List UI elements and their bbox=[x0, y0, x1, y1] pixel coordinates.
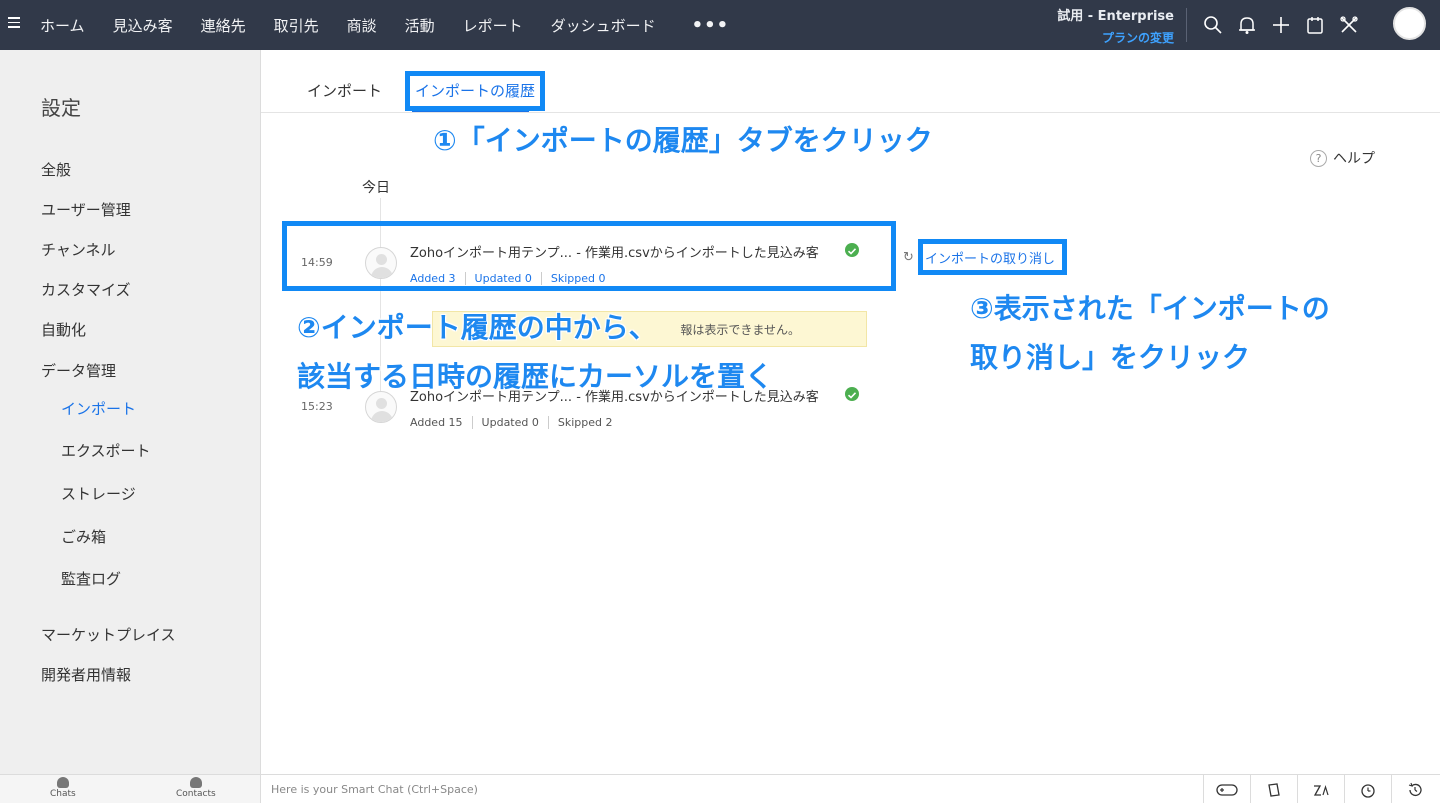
smart-chat-input[interactable]: Here is your Smart Chat (Ctrl+Space) bbox=[271, 783, 478, 796]
user-avatar[interactable] bbox=[1393, 7, 1426, 40]
nav-home[interactable]: ホーム bbox=[40, 15, 85, 36]
contacts-label: Contacts bbox=[176, 789, 216, 799]
annotation-step1: ①「インポートの履歴」タブをクリック bbox=[433, 124, 933, 157]
chat-icon bbox=[56, 777, 69, 788]
nav-leads[interactable]: 見込み客 bbox=[113, 15, 173, 36]
date-group-label: 今日 bbox=[362, 180, 390, 196]
row-time: 15:23 bbox=[301, 400, 333, 413]
sidebar-item-import[interactable]: インポート bbox=[61, 398, 136, 419]
gamepad-icon[interactable] bbox=[1203, 775, 1250, 803]
more-icon[interactable]: ••• bbox=[692, 15, 730, 36]
history-icon[interactable] bbox=[1391, 775, 1438, 803]
sidebar-item-storage[interactable]: ストレージ bbox=[61, 483, 136, 504]
change-plan-link[interactable]: プランの変更 bbox=[1057, 29, 1174, 46]
updated-count[interactable]: Updated 0 bbox=[471, 416, 548, 429]
help-label: ヘルプ bbox=[1333, 151, 1375, 167]
sidebar-item-recycle-bin[interactable]: ごみ箱 bbox=[61, 526, 106, 547]
main-nav: ホーム 見込み客 連絡先 取引先 商談 活動 レポート ダッシュボード ••• bbox=[40, 0, 757, 50]
trial-label: 試用 - Enterprise bbox=[1057, 9, 1174, 24]
search-icon[interactable] bbox=[1200, 12, 1226, 38]
translate-icon[interactable] bbox=[1297, 775, 1344, 803]
added-count[interactable]: Added 15 bbox=[410, 416, 472, 429]
annotation-step2-line2: 該当する日時の履歴にカーソルを置く bbox=[297, 360, 774, 393]
tools-icon[interactable] bbox=[1336, 12, 1362, 38]
top-navigation-bar: ホーム 見込み客 連絡先 取引先 商談 活動 レポート ダッシュボード ••• … bbox=[0, 0, 1440, 50]
check-icon bbox=[845, 387, 859, 401]
contact-icon bbox=[189, 777, 202, 788]
bottom-bar: Chats Contacts Here is your Smart Chat (… bbox=[0, 774, 1440, 803]
alarm-icon[interactable] bbox=[1344, 775, 1391, 803]
sidebar-item-customize[interactable]: カスタマイズ bbox=[41, 279, 131, 300]
highlight-history-row bbox=[282, 221, 896, 291]
nav-deals[interactable]: 商談 bbox=[347, 15, 377, 36]
calendar-icon[interactable] bbox=[1302, 12, 1328, 38]
contacts-button[interactable]: Contacts bbox=[176, 777, 216, 799]
settings-sidebar: 設定 全般 ユーザー管理 チャンネル カスタマイズ 自動化 データ管理 インポー… bbox=[0, 50, 261, 774]
annotation-step3-line1: ③表示された「インポートの bbox=[970, 292, 1330, 325]
nav-contacts[interactable]: 連絡先 bbox=[201, 15, 246, 36]
sidebar-item-general[interactable]: 全般 bbox=[41, 159, 71, 180]
annotation-step3-line2: 取り消し」をクリック bbox=[970, 341, 1251, 374]
sidebar-item-users[interactable]: ユーザー管理 bbox=[41, 199, 131, 220]
undo-icon: ↻ bbox=[903, 250, 914, 265]
nav-reports[interactable]: レポート bbox=[463, 15, 523, 36]
sidebar-item-automation[interactable]: 自動化 bbox=[41, 319, 86, 340]
plus-icon[interactable] bbox=[1268, 12, 1294, 38]
sidebar-item-marketplace[interactable]: マーケットプレイス bbox=[41, 624, 176, 645]
tab-import[interactable]: インポート bbox=[307, 80, 382, 101]
bell-icon[interactable] bbox=[1234, 12, 1260, 38]
top-icons bbox=[1200, 12, 1370, 38]
divider bbox=[1186, 8, 1187, 42]
highlight-history-tab bbox=[405, 71, 545, 111]
bottom-bar-left: Chats Contacts bbox=[0, 775, 261, 803]
menu-icon[interactable] bbox=[8, 14, 24, 34]
note-icon[interactable] bbox=[1250, 775, 1297, 803]
nav-activities[interactable]: 活動 bbox=[405, 15, 435, 36]
nav-dashboards[interactable]: ダッシュボード bbox=[551, 15, 656, 36]
edition-info: 試用 - Enterprise プランの変更 bbox=[1057, 5, 1174, 46]
bottom-tools bbox=[1203, 775, 1438, 803]
sidebar-title: 設定 bbox=[41, 96, 81, 120]
annotation-step2-line1: ②インポート履歴の中から、 bbox=[297, 311, 657, 344]
chats-button[interactable]: Chats bbox=[50, 777, 76, 799]
highlight-undo-link bbox=[918, 239, 1067, 275]
row-stats: Added 15 Updated 0 Skipped 2 bbox=[410, 416, 622, 429]
sidebar-item-developer[interactable]: 開発者用情報 bbox=[41, 664, 131, 685]
sidebar-item-audit-log[interactable]: 監査ログ bbox=[61, 568, 121, 589]
sidebar-item-channels[interactable]: チャンネル bbox=[41, 239, 116, 260]
sidebar-item-data-management[interactable]: データ管理 bbox=[41, 360, 116, 381]
help-link[interactable]: ? ヘルプ bbox=[1310, 148, 1375, 168]
sidebar-item-export[interactable]: エクスポート bbox=[61, 440, 151, 461]
skipped-count[interactable]: Skipped 2 bbox=[547, 416, 622, 429]
nav-accounts[interactable]: 取引先 bbox=[274, 15, 319, 36]
chats-label: Chats bbox=[50, 789, 76, 799]
avatar bbox=[365, 391, 397, 423]
question-icon: ? bbox=[1310, 149, 1327, 167]
